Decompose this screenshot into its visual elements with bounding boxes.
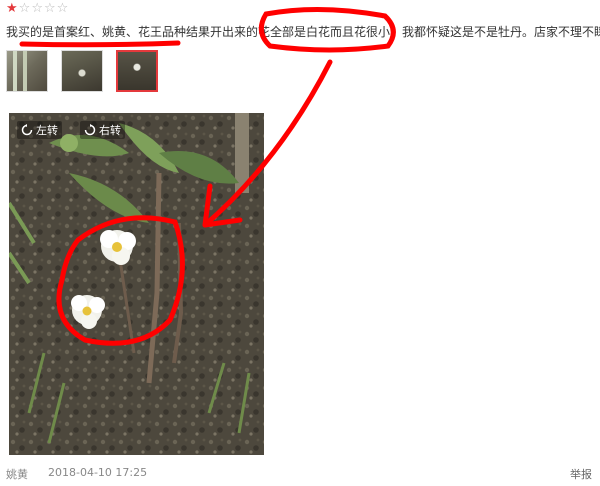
annotation-underline [19, 40, 181, 48]
thumbnail-1[interactable] [6, 50, 48, 92]
rotate-left-button[interactable]: 左转 [17, 121, 62, 139]
flower-photo-image [9, 113, 264, 455]
star-empty-icon: ☆ [56, 1, 69, 16]
report-link[interactable]: 举报 [570, 466, 592, 482]
rotate-right-label: 右转 [99, 124, 121, 137]
star-rating: ★ ☆ ☆ ☆ ☆ [6, 2, 68, 16]
review-timestamp: 2018-04-10 17:25 [48, 466, 148, 479]
star-empty-icon: ☆ [31, 1, 43, 16]
rotate-left-label: 左转 [36, 124, 58, 137]
reviewer-name: 姚黄 [6, 468, 28, 481]
rotate-right-icon [84, 124, 96, 136]
photo-thumbnails [6, 50, 158, 92]
rotate-controls: 左转 右转 [9, 113, 133, 147]
star-filled-icon: ★ [6, 1, 18, 16]
thumbnail-3[interactable] [116, 50, 158, 92]
thumbnail-2[interactable] [61, 50, 103, 92]
star-empty-icon: ☆ [43, 1, 56, 16]
review-text: 我买的是首案红、姚黄、花王品种结果开出来的花全部是白花而且花很小，我都怀疑这是不… [6, 25, 600, 39]
rotate-left-icon [21, 124, 33, 136]
star-empty-icon: ☆ [18, 1, 31, 16]
review-photo[interactable]: 左转 右转 [9, 113, 264, 455]
rotate-right-button[interactable]: 右转 [80, 121, 125, 139]
